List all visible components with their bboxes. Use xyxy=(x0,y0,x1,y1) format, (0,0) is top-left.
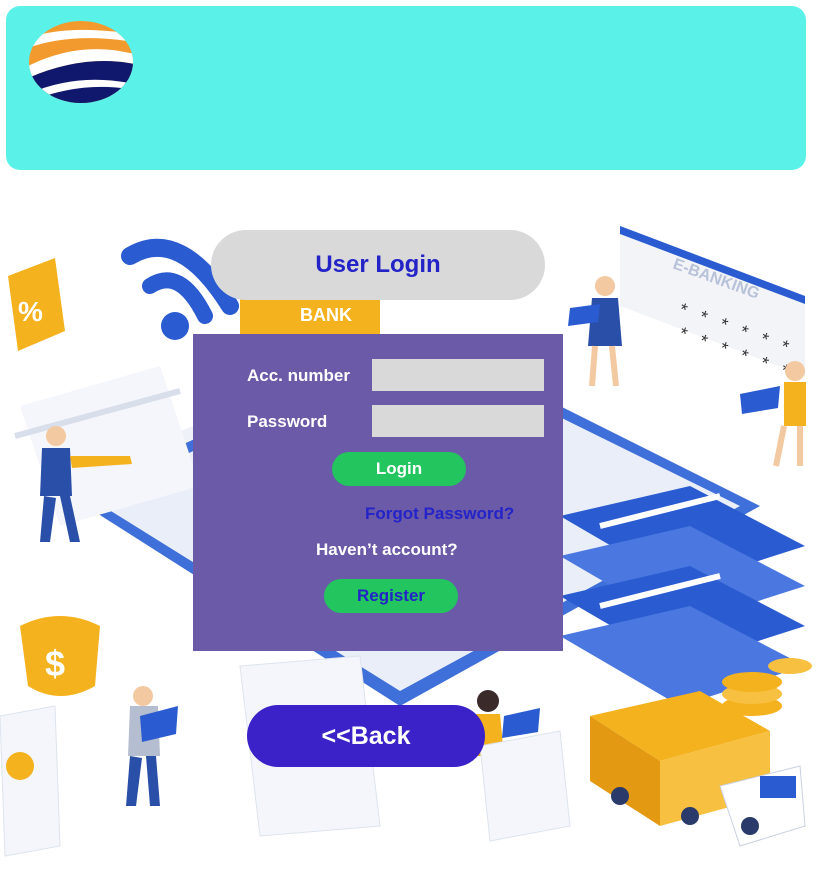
page-title: User Login xyxy=(211,230,545,300)
globe-waves-logo xyxy=(29,21,133,103)
acc-number-input[interactable] xyxy=(372,359,544,391)
password-input[interactable] xyxy=(372,405,544,437)
acc-number-label: Acc. number xyxy=(247,366,350,385)
svg-text:BANK: BANK xyxy=(300,305,352,325)
login-button[interactable]: Login xyxy=(332,452,466,486)
password-label: Password xyxy=(247,412,328,431)
svg-text:$: $ xyxy=(45,643,65,684)
login-panel: Acc. number Password Login Forgot Passwo… xyxy=(193,334,563,651)
forgot-password-link[interactable]: Forgot Password? xyxy=(365,504,514,524)
back-button[interactable]: <<Back xyxy=(247,705,485,767)
svg-text:%: % xyxy=(18,296,43,327)
dollar-shield-icon: $ xyxy=(20,616,100,696)
register-button[interactable]: Register xyxy=(324,579,458,613)
app-header xyxy=(6,6,806,170)
no-account-text: Haven’t account? xyxy=(316,540,458,559)
